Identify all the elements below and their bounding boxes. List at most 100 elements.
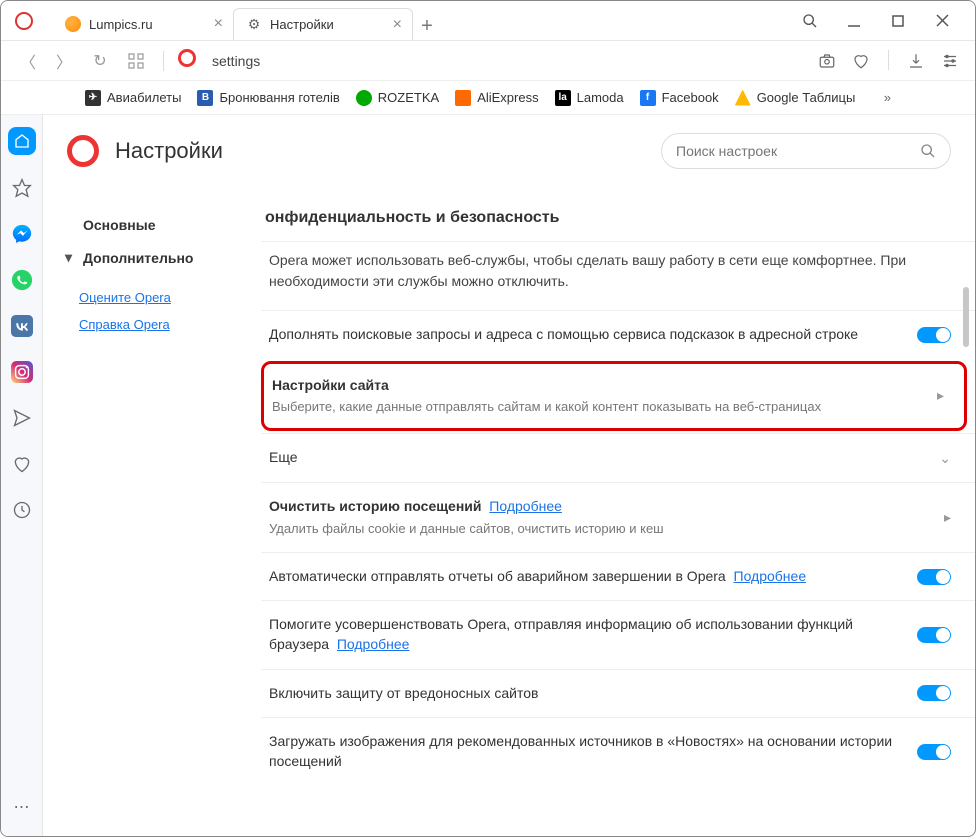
row-clear-history[interactable]: Очистить историю посещений Подробнее Уда… xyxy=(261,482,975,552)
search-input[interactable] xyxy=(676,143,920,159)
close-icon[interactable]: × xyxy=(214,15,223,33)
bookmark-facebook[interactable]: fFacebook xyxy=(640,90,719,106)
row-title: Очистить историю посещений xyxy=(269,498,482,514)
settings-body: Основные ▾Дополнительно Оцените Opera Сп… xyxy=(43,187,975,836)
separator xyxy=(163,51,164,71)
learn-more-link[interactable]: Подробнее xyxy=(734,568,807,584)
sidebar: ⋯ xyxy=(1,115,43,836)
scrollbar-thumb[interactable] xyxy=(963,287,969,347)
nav-advanced[interactable]: ▾Дополнительно xyxy=(61,241,243,274)
window-controls xyxy=(777,6,975,36)
learn-more-link[interactable]: Подробнее xyxy=(337,636,410,652)
bookmark-aliexpress[interactable]: AliExpress xyxy=(455,90,538,106)
new-tab-button[interactable]: + xyxy=(413,12,441,40)
gear-icon: ⚙ xyxy=(246,17,262,33)
row-more[interactable]: Еще ⌄ xyxy=(261,433,975,482)
close-window-icon[interactable] xyxy=(927,6,957,36)
row-malware-protection: Включить защиту от вредоносных сайтов xyxy=(261,669,975,718)
section-intro: Opera может использовать веб-службы, что… xyxy=(261,241,975,310)
row-label: Автоматически отправлять отчеты об авари… xyxy=(269,568,726,584)
row-label: Загружать изображения для рекомендованны… xyxy=(269,732,917,771)
browser-window: Lumpics.ru × ⚙ Настройки × + 〈 〉 ↻ setti… xyxy=(0,0,976,837)
row-site-settings[interactable]: Настройки сайта Выберите, какие данные о… xyxy=(261,361,967,432)
vk-icon[interactable] xyxy=(9,313,35,339)
bookmark-rozetka[interactable]: ROZETKA xyxy=(356,90,439,106)
row-subtitle: Выберите, какие данные отправлять сайтам… xyxy=(272,398,937,416)
opera-menu[interactable] xyxy=(1,12,33,30)
settings-nav: Основные ▾Дополнительно Оцените Opera Сп… xyxy=(43,187,261,836)
row-label: Включить защиту от вредоносных сайтов xyxy=(269,684,917,704)
tab-lumpics[interactable]: Lumpics.ru × xyxy=(53,8,233,40)
toolbar: 〈 〉 ↻ settings xyxy=(1,41,975,81)
row-autocomplete: Дополнять поисковые запросы и адреса с п… xyxy=(261,310,975,359)
home-icon[interactable] xyxy=(8,127,36,155)
toggle-improve[interactable] xyxy=(917,627,951,643)
section-title: онфиденциальность и безопасность xyxy=(261,199,975,241)
history-icon[interactable] xyxy=(9,497,35,523)
titlebar: Lumpics.ru × ⚙ Настройки × + xyxy=(1,1,975,41)
toolbar-actions xyxy=(816,50,961,72)
nav-links: Оцените Opera Справка Opera xyxy=(61,274,243,348)
row-news-images: Загружать изображения для рекомендованны… xyxy=(261,717,975,785)
row-crash-reports: Автоматически отправлять отчеты об авари… xyxy=(261,552,975,601)
whatsapp-icon[interactable] xyxy=(9,267,35,293)
help-opera-link[interactable]: Справка Opera xyxy=(79,311,225,338)
sidebar-more-icon[interactable]: ⋯ xyxy=(9,794,35,820)
toggle-crash[interactable] xyxy=(917,569,951,585)
bookmark-booking[interactable]: BБронювання готелів xyxy=(197,90,339,106)
heart-sidebar-icon[interactable] xyxy=(9,451,35,477)
row-title: Настройки сайта xyxy=(272,376,937,396)
chevron-right-icon: ▸ xyxy=(937,387,944,404)
rate-opera-link[interactable]: Оцените Opera xyxy=(79,284,225,311)
download-icon[interactable] xyxy=(905,50,927,72)
send-icon[interactable] xyxy=(9,405,35,431)
address-bar[interactable]: settings xyxy=(206,53,806,69)
back-button[interactable]: 〈 xyxy=(15,48,41,74)
row-subtitle: Удалить файлы cookie и данные сайтов, оч… xyxy=(269,520,944,538)
forward-button[interactable]: 〉 xyxy=(51,48,77,74)
bookmarks-overflow[interactable]: » xyxy=(884,90,891,105)
search-icon xyxy=(920,143,936,159)
speed-dial-icon[interactable] xyxy=(123,48,149,74)
settings-content[interactable]: онфиденциальность и безопасность Opera м… xyxy=(261,187,975,836)
toggle-malware[interactable] xyxy=(917,685,951,701)
maximize-icon[interactable] xyxy=(883,6,913,36)
reload-button[interactable]: ↻ xyxy=(87,48,113,74)
tab-settings[interactable]: ⚙ Настройки × xyxy=(233,8,413,40)
chevron-down-icon: ⌄ xyxy=(939,450,951,467)
tabstrip: Lumpics.ru × ⚙ Настройки × + xyxy=(53,1,441,40)
page-title: Настройки xyxy=(115,138,223,164)
chevron-right-icon: ▸ xyxy=(944,509,951,526)
tab-title: Настройки xyxy=(270,17,334,32)
bookmark-lamoda[interactable]: laLamoda xyxy=(555,90,624,106)
site-info-icon[interactable] xyxy=(178,49,196,72)
bookmark-sheets[interactable]: Google Таблицы xyxy=(735,90,856,106)
bookmarks-bar: ✈Авиабилеты BБронювання готелів ROZETKA … xyxy=(1,81,975,115)
instagram-icon[interactable] xyxy=(9,359,35,385)
close-icon[interactable]: × xyxy=(393,16,402,34)
easy-setup-icon[interactable] xyxy=(939,50,961,72)
search-icon[interactable] xyxy=(795,6,825,36)
nav-basic[interactable]: Основные xyxy=(61,209,243,241)
toggle-autocomplete[interactable] xyxy=(917,327,951,343)
settings-page: Настройки Основные ▾Дополнительно Оценит… xyxy=(43,115,975,836)
opera-icon xyxy=(15,12,33,30)
minimize-icon[interactable] xyxy=(839,6,869,36)
row-label: Еще xyxy=(269,448,939,468)
messenger-icon[interactable] xyxy=(9,221,35,247)
separator xyxy=(888,50,889,70)
row-improve-opera: Помогите усовершенствовать Opera, отправ… xyxy=(261,600,975,668)
bookmark-aviatickets[interactable]: ✈Авиабилеты xyxy=(85,90,181,106)
favicon-lumpics xyxy=(65,16,81,32)
star-icon[interactable] xyxy=(9,175,35,201)
row-label: Дополнять поисковые запросы и адреса с п… xyxy=(269,325,917,345)
learn-more-link[interactable]: Подробнее xyxy=(489,498,562,514)
settings-header: Настройки xyxy=(43,115,975,187)
snapshot-icon[interactable] xyxy=(816,50,838,72)
heart-icon[interactable] xyxy=(850,50,872,72)
toggle-news[interactable] xyxy=(917,744,951,760)
content-area: ⋯ Настройки Основные ▾Дополнительно Оцен… xyxy=(1,115,975,836)
settings-search[interactable] xyxy=(661,133,951,169)
opera-logo xyxy=(67,135,99,167)
tab-title: Lumpics.ru xyxy=(89,17,153,32)
